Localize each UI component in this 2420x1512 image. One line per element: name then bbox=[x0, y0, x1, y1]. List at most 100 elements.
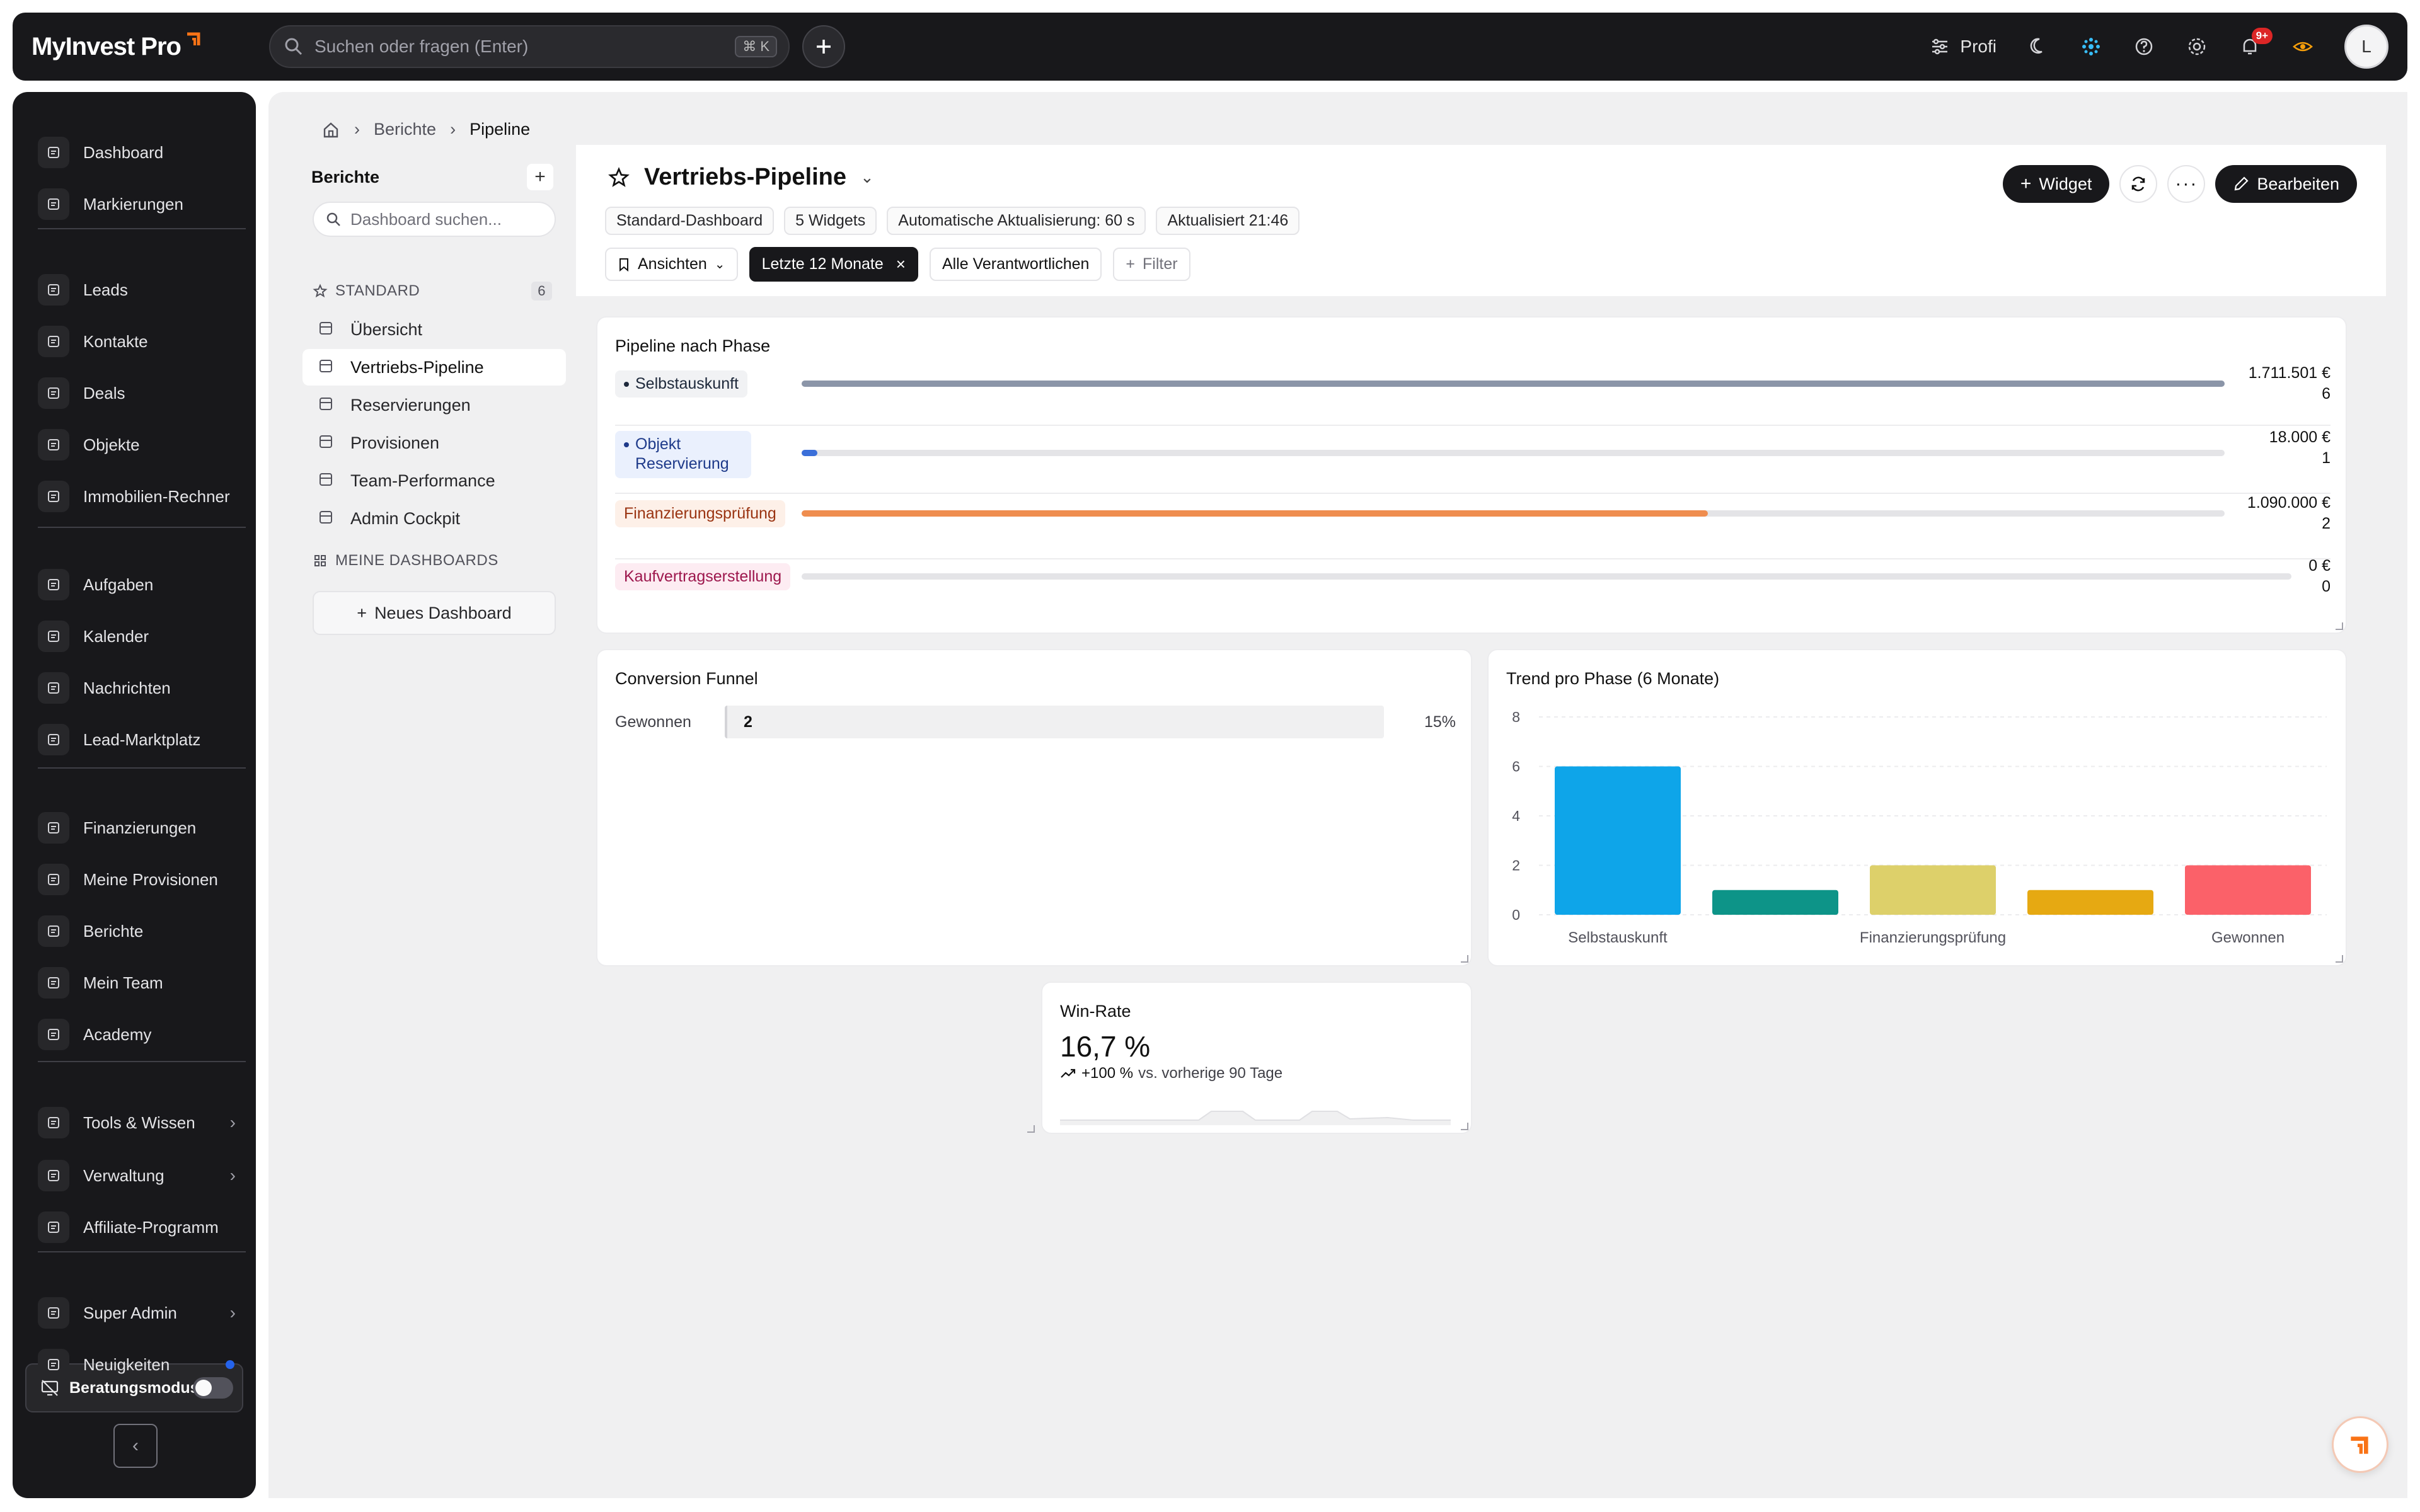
funnel-row-pct: 15% bbox=[1424, 713, 1456, 731]
star-icon bbox=[313, 284, 328, 298]
sidebar-item-finanzierungen[interactable]: Finanzierungen bbox=[38, 809, 246, 847]
pipeline-row[interactable]: Selbstauskunft 1.711.501 € 6 bbox=[615, 364, 2331, 421]
sidebar-item-verwaltung[interactable]: Verwaltung › bbox=[38, 1157, 246, 1194]
ai-assistant-icon[interactable] bbox=[2080, 35, 2102, 58]
notifications-badge: 9+ bbox=[2251, 28, 2273, 44]
eye-icon[interactable] bbox=[2291, 35, 2314, 58]
sidebar-item-nachrichten[interactable]: Nachrichten bbox=[38, 669, 246, 707]
help-icon[interactable] bbox=[2133, 35, 2155, 58]
funnel-widget[interactable]: Conversion Funnel Gewonnen 2 15% bbox=[596, 649, 1472, 966]
sidebar-item-kontakte[interactable]: Kontakte bbox=[38, 323, 246, 360]
sidebar-item-label: Immobilien-Rechner bbox=[83, 486, 230, 506]
report-nav-item[interactable]: Admin Cockpit bbox=[302, 500, 566, 537]
resize-handle[interactable] bbox=[1461, 1123, 1468, 1130]
sidebar-item-objekte[interactable]: Objekte bbox=[38, 426, 246, 464]
sidebar-item-aufgaben[interactable]: Aufgaben bbox=[38, 566, 246, 604]
quick-add-button[interactable] bbox=[802, 25, 845, 68]
moon-icon[interactable] bbox=[2027, 35, 2049, 58]
sidebar: Beratungsmodus ‹ Dashboard Markierungen Le… bbox=[13, 92, 256, 1498]
trend-bar[interactable] bbox=[1712, 890, 1838, 915]
global-search[interactable]: Suchen oder fragen (Enter) ⌘ K bbox=[269, 25, 790, 68]
bookmark-icon bbox=[38, 188, 69, 220]
views-button[interactable]: Ansichten ⌄ bbox=[605, 248, 738, 281]
sidebar-item-tools-wissen[interactable]: Tools & Wissen › bbox=[38, 1104, 246, 1142]
sidebar-item-leads[interactable]: Leads bbox=[38, 271, 246, 309]
bank-icon bbox=[38, 812, 69, 844]
chevron-right-icon: › bbox=[450, 120, 456, 139]
dashboard-search-input[interactable]: Dashboard suchen... bbox=[313, 202, 556, 237]
sidebar-item-immobilien-rechner[interactable]: Immobilien-Rechner bbox=[38, 478, 246, 515]
resize-handle[interactable] bbox=[2336, 622, 2343, 630]
close-icon[interactable]: × bbox=[896, 255, 906, 274]
report-nav-item[interactable]: Reservierungen bbox=[302, 387, 566, 423]
user-avatar[interactable]: L bbox=[2344, 25, 2388, 69]
phase-values: 0 €0 bbox=[2308, 556, 2331, 597]
add-filter-button[interactable]: + Filter bbox=[1113, 248, 1190, 281]
sidebar-item-mein-team[interactable]: Mein Team bbox=[38, 964, 246, 1002]
trend-bar[interactable] bbox=[1555, 766, 1681, 915]
sidebar-item-markierungen[interactable]: Markierungen bbox=[38, 185, 246, 223]
group-standard-count: 6 bbox=[531, 282, 552, 301]
sidebar-item-neuigkeiten[interactable]: Neuigkeiten bbox=[38, 1346, 246, 1383]
pipeline-widget[interactable]: Pipeline nach Phase Selbstauskunft 1.711.… bbox=[596, 316, 2347, 634]
more-options-button[interactable]: ··· bbox=[2167, 165, 2206, 203]
trend-bar[interactable] bbox=[1870, 865, 1996, 915]
sidebar-item-lead-marktplatz[interactable]: Lead-Marktplatz bbox=[38, 721, 246, 759]
sidebar-item-super-admin[interactable]: Super Admin › bbox=[38, 1294, 246, 1332]
resize-handle[interactable] bbox=[1461, 955, 1468, 963]
app-logo[interactable]: MyInvest Pro bbox=[32, 32, 204, 61]
sidebar-item-dashboard[interactable]: Dashboard bbox=[38, 134, 246, 171]
x-tick-label: Selbstauskunft bbox=[1568, 929, 1668, 946]
sidebar-item-meine-provisionen[interactable]: Meine Provisionen bbox=[38, 861, 246, 898]
home-icon[interactable] bbox=[321, 120, 340, 139]
report-nav-item[interactable]: Übersicht bbox=[302, 311, 566, 348]
message-icon bbox=[38, 672, 69, 704]
sidebar-item-kalender[interactable]: Kalender bbox=[38, 617, 246, 655]
edit-label: Bearbeiten bbox=[2257, 174, 2339, 193]
report-nav-item[interactable]: Provisionen bbox=[302, 425, 566, 461]
title-row: Vertriebs-Pipeline ⌄ bbox=[608, 164, 874, 191]
collapse-sidebar-button[interactable]: ‹ bbox=[113, 1424, 158, 1468]
new-dashboard-label: Neues Dashboard bbox=[374, 603, 512, 622]
period-filter[interactable]: Letzte 12 Monate × bbox=[749, 247, 918, 282]
add-report-button[interactable]: + bbox=[527, 164, 553, 190]
refresh-button[interactable] bbox=[2119, 165, 2158, 203]
sidebar-item-deals[interactable]: Deals bbox=[38, 374, 246, 412]
sidebar-item-label: Verwaltung bbox=[83, 1166, 164, 1185]
resize-handle[interactable] bbox=[1027, 1125, 1035, 1133]
sidebar-item-affiliate-programm[interactable]: Affiliate-Programm bbox=[38, 1208, 246, 1246]
report-nav-item[interactable]: Team-Performance bbox=[302, 462, 566, 499]
mode-switch[interactable]: Profi bbox=[1928, 35, 1997, 58]
phase-progress-track bbox=[802, 450, 2225, 456]
row-divider bbox=[615, 493, 2331, 494]
settings-icon[interactable] bbox=[2186, 35, 2208, 58]
dashboard-meta-chips: Standard-Dashboard 5 Widgets Automatisch… bbox=[605, 207, 1300, 235]
funnel-bar: 2 bbox=[725, 706, 1384, 738]
resize-handle[interactable] bbox=[2336, 955, 2343, 963]
notifications-button[interactable]: 9+ bbox=[2238, 28, 2273, 58]
pipeline-row[interactable]: Kaufvertragserstellung 0 €0 bbox=[615, 557, 2331, 614]
dashboard-actions: + Widget ··· Bearbeiten bbox=[2002, 165, 2357, 203]
trend-bar[interactable] bbox=[2027, 890, 2153, 915]
funnel-row: Gewonnen 2 15% bbox=[615, 706, 1456, 738]
support-chat-button[interactable] bbox=[2332, 1416, 2388, 1473]
phase-pill: Kaufvertragserstellung bbox=[615, 563, 791, 591]
edit-button[interactable]: Bearbeiten bbox=[2215, 165, 2357, 203]
star-icon[interactable] bbox=[608, 166, 630, 189]
report-nav-item[interactable]: Vertriebs-Pipeline bbox=[302, 349, 566, 386]
phase-amount: 18.000 € bbox=[2269, 428, 2331, 446]
breadcrumb-reports[interactable]: Berichte bbox=[374, 120, 436, 139]
winrate-widget[interactable]: Win-Rate 16,7 % +100 % vs. vorherige 90 … bbox=[1041, 982, 1472, 1134]
sidebar-item-berichte[interactable]: Berichte bbox=[38, 912, 246, 950]
trend-bar[interactable] bbox=[2185, 865, 2311, 915]
sidebar-item-academy[interactable]: Academy bbox=[38, 1016, 246, 1053]
owner-filter[interactable]: Alle Verantwortlichen bbox=[929, 248, 1102, 281]
chevron-down-icon[interactable]: ⌄ bbox=[860, 168, 874, 187]
trend-widget[interactable]: Trend pro Phase (6 Monate) 0 2 4 6 8 Selbstau… bbox=[1487, 649, 2347, 966]
new-dashboard-button[interactable]: + Neues Dashboard bbox=[313, 591, 556, 635]
pipeline-row[interactable]: Objekt Reservierung 18.000 € 1 bbox=[615, 428, 2331, 485]
add-widget-button[interactable]: + Widget bbox=[2002, 165, 2110, 203]
funnel-row-label: Gewonnen bbox=[615, 713, 691, 731]
pipeline-row[interactable]: Finanzierungsprüfung 1.090.000 € 2 bbox=[615, 494, 2331, 551]
graduation-icon bbox=[38, 1019, 69, 1050]
